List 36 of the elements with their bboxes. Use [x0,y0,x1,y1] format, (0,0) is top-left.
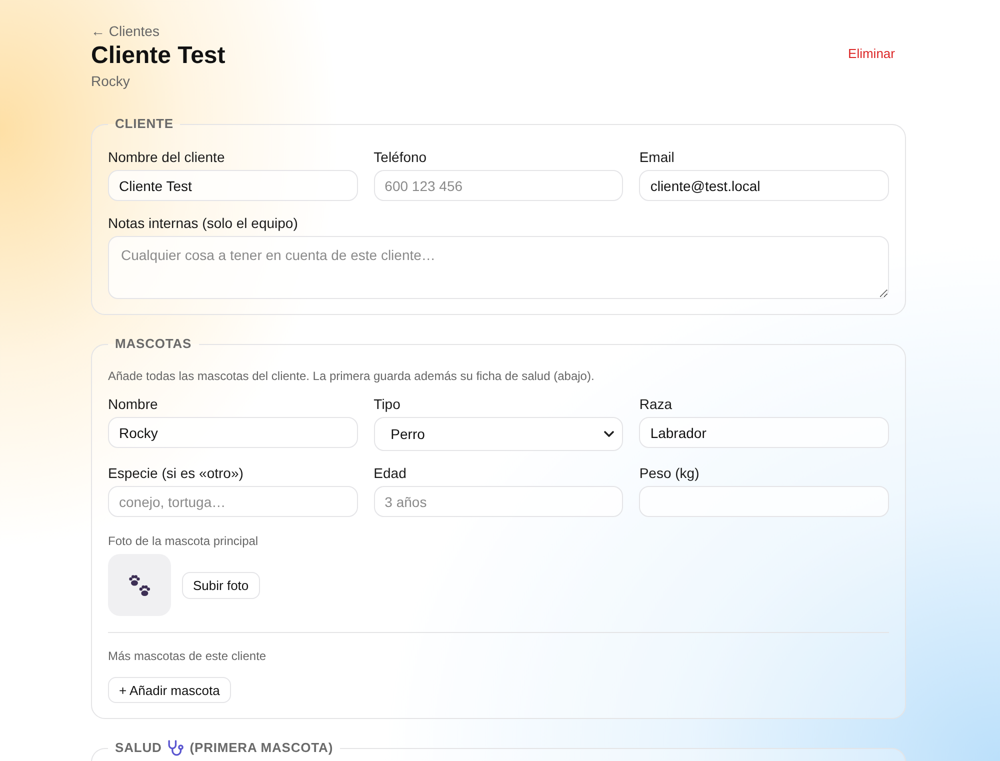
more-pets-label: Más mascotas de este cliente [108,648,266,664]
section-legend: SALUD [115,739,162,757]
section-legend: (PRIMERA MASCOTA) [190,739,334,757]
field-label: Teléfono [374,148,427,166]
section-legend: MASCOTAS [115,335,192,353]
field-label: Nombre del cliente [108,148,225,166]
delete-button[interactable]: Eliminar [837,40,906,68]
input-field[interactable]: 3 años [374,486,624,517]
input-field[interactable]: cliente@test.local [639,170,889,201]
notes-field[interactable]: Cualquier cosa a tener en cuenta de este cliente… [108,236,889,299]
stethoscope-icon [168,740,184,756]
input-field[interactable]: conejo, tortuga… [108,486,358,517]
input-field[interactable]: 600 123 456 [374,170,624,201]
add-pet-button[interactable]: + Añadir mascota [108,677,231,703]
field-label: Peso (kg) [639,464,700,482]
field-label: Notas internas (solo el equipo) [108,214,298,232]
back-link[interactable]: ← Clientes [91,21,160,41]
field-label: Edad [374,464,406,482]
upload-photo-button[interactable]: Subir foto [182,572,260,598]
input-field[interactable] [639,486,889,517]
field-label: Especie (si es «otro») [108,464,244,482]
paw-icon [129,574,150,596]
chevron-icon [604,430,614,438]
photo-label: Foto de la mascota principal [108,533,258,549]
field-label: Raza [639,395,672,413]
section-legend: CLIENTE [115,115,174,133]
input-field[interactable]: Labrador [639,417,889,448]
field-label: Tipo [374,395,400,413]
section-hint: Añade todas las mascotas del cliente. La primera guarda además su ficha de salud (abajo). [108,368,594,384]
field-label: Nombre [108,395,158,413]
select-field[interactable]: Perro [374,417,624,451]
field-label: Email [639,148,674,166]
input-field[interactable]: Cliente Test [108,170,358,201]
input-field[interactable]: Rocky [108,417,358,448]
page-title: Cliente Test [91,41,226,71]
page-subtitle: Rocky [91,72,130,91]
